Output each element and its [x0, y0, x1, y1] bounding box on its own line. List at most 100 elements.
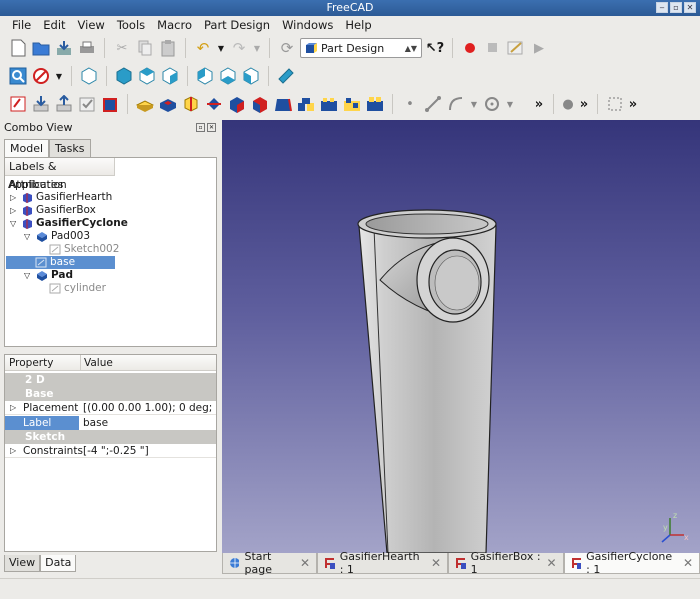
tree-item-gasifierhearth[interactable]: ▷ GasifierHearth: [10, 191, 112, 204]
tab-gasifierhearth[interactable]: GasifierHearth : 1 ✕: [317, 550, 449, 576]
redo-dropdown-icon[interactable]: ▼: [252, 38, 262, 58]
more-constraints-icon[interactable]: »: [578, 94, 590, 114]
property-group-sketch[interactable]: Sketch: [5, 430, 216, 444]
expand-arrow-icon[interactable]: ▷: [10, 191, 19, 204]
tree-item-sketch002[interactable]: Sketch002: [49, 243, 119, 256]
more-tools-icon[interactable]: »: [532, 94, 546, 114]
view-front-icon[interactable]: [114, 66, 134, 86]
menu-tools[interactable]: Tools: [111, 16, 151, 34]
export-icon[interactable]: [54, 94, 74, 114]
menu-file[interactable]: File: [6, 16, 37, 34]
copy-icon[interactable]: [135, 38, 155, 58]
expand-arrow-icon[interactable]: ▷: [10, 204, 19, 217]
undo-dropdown-icon[interactable]: ▼: [216, 38, 226, 58]
sketch-arc-icon[interactable]: [446, 94, 466, 114]
workbench-selector[interactable]: Part Design ▲▼: [300, 38, 422, 58]
import-icon[interactable]: [31, 94, 51, 114]
more-sketch-tools-icon[interactable]: »: [628, 94, 638, 114]
tab-data[interactable]: Data: [40, 555, 77, 572]
float-panel-button[interactable]: ▫: [196, 123, 205, 132]
tab-start-page[interactable]: Start page ✕: [222, 550, 318, 576]
run-macro-icon[interactable]: ▶: [529, 38, 549, 58]
draft-icon[interactable]: [273, 94, 293, 114]
close-panel-button[interactable]: ✕: [207, 123, 216, 132]
close-tab-icon[interactable]: ✕: [431, 556, 441, 570]
groove-icon[interactable]: [204, 94, 224, 114]
expand-arrow-icon[interactable]: ▷: [10, 401, 16, 415]
property-value[interactable]: [(0.00 0.00 1.00); 0 deg; (0 in...: [80, 401, 216, 415]
fit-all-icon[interactable]: [8, 66, 28, 86]
multi-transform-icon[interactable]: [365, 94, 385, 114]
linear-pattern-icon[interactable]: [319, 94, 339, 114]
stop-macro-icon[interactable]: [483, 38, 503, 58]
property-row-placement[interactable]: ▷ Placement [(0.00 0.00 1.00); 0 deg; (0…: [5, 401, 216, 415]
refresh-icon[interactable]: ⟳: [277, 38, 297, 58]
tree-item-cylinder[interactable]: cylinder: [49, 282, 106, 295]
sketch-circle-icon[interactable]: [482, 94, 502, 114]
redo-icon[interactable]: ↷: [229, 38, 249, 58]
pocket-icon[interactable]: [158, 94, 178, 114]
fillet-icon[interactable]: [227, 94, 247, 114]
menu-edit[interactable]: Edit: [37, 16, 71, 34]
minimize-button[interactable]: ‒: [656, 2, 668, 13]
tree-item-pad[interactable]: ▽ Pad: [24, 269, 73, 282]
maximize-button[interactable]: ▫: [670, 2, 682, 13]
expand-arrow-icon[interactable]: ▷: [10, 444, 16, 458]
view-left-icon[interactable]: [241, 66, 261, 86]
tree-item-gasifierbox[interactable]: ▷ GasifierBox: [10, 204, 96, 217]
tab-gasifiercyclone[interactable]: GasifierCyclone : 1 ✕: [563, 550, 700, 576]
polar-pattern-icon[interactable]: [342, 94, 362, 114]
save-icon[interactable]: [54, 38, 74, 58]
tab-view[interactable]: View: [4, 555, 41, 572]
menu-windows[interactable]: Windows: [276, 16, 339, 34]
shape-binder-icon[interactable]: [100, 94, 120, 114]
circle-dropdown-icon[interactable]: ▼: [505, 94, 515, 114]
property-value[interactable]: base: [80, 416, 108, 430]
record-macro-icon[interactable]: [460, 38, 480, 58]
cut-icon[interactable]: ✂: [112, 38, 132, 58]
menu-view[interactable]: View: [72, 16, 111, 34]
tab-gasifierbox[interactable]: GasifierBox : 1 ✕: [448, 550, 564, 576]
select-constraints-icon[interactable]: [605, 94, 625, 114]
undo-icon[interactable]: ↶: [193, 38, 213, 58]
draw-style-icon[interactable]: [31, 66, 51, 86]
edit-macro-icon[interactable]: [506, 38, 526, 58]
property-group-base[interactable]: Base: [5, 387, 216, 401]
view-isometric-icon[interactable]: [79, 66, 99, 86]
close-button[interactable]: ✕: [684, 2, 696, 13]
whats-this-icon[interactable]: ↖?: [425, 38, 445, 58]
collapse-arrow-icon[interactable]: ▽: [24, 230, 33, 243]
view-bottom-icon[interactable]: [218, 66, 238, 86]
tree-item-base[interactable]: base: [6, 256, 115, 269]
menu-help[interactable]: Help: [339, 16, 377, 34]
view-rear-icon[interactable]: [195, 66, 215, 86]
chamfer-icon[interactable]: [250, 94, 270, 114]
paste-icon[interactable]: [158, 38, 178, 58]
arc-dropdown-icon[interactable]: ▼: [469, 94, 479, 114]
pad-icon[interactable]: [135, 94, 155, 114]
open-folder-icon[interactable]: [31, 38, 51, 58]
draw-style-dropdown-icon[interactable]: ▼: [54, 66, 64, 86]
close-tab-icon[interactable]: ✕: [300, 556, 310, 570]
print-icon[interactable]: [77, 38, 97, 58]
new-document-icon[interactable]: [8, 38, 28, 58]
property-row-constraints[interactable]: ▷ Constraints [-4 ";-0.25 "]: [5, 444, 216, 458]
collapse-arrow-icon[interactable]: ▽: [24, 269, 33, 282]
create-sketch-icon[interactable]: [8, 94, 28, 114]
menu-macro[interactable]: Macro: [151, 16, 198, 34]
tree-item-gasifiercyclone[interactable]: ▽ GasifierCyclone: [10, 217, 128, 230]
revolution-icon[interactable]: [181, 94, 201, 114]
sketch-point-icon[interactable]: •: [400, 94, 420, 114]
constraint-point-icon[interactable]: ●: [561, 94, 575, 114]
view-right-icon[interactable]: [160, 66, 180, 86]
close-tab-icon[interactable]: ✕: [683, 556, 693, 570]
property-row-label[interactable]: Label base: [5, 416, 216, 430]
tree-item-pad003[interactable]: ▽ Pad003: [24, 230, 90, 243]
close-tab-icon[interactable]: ✕: [546, 556, 556, 570]
property-group-2d[interactable]: 2 D: [5, 373, 216, 387]
tab-model[interactable]: Model: [4, 139, 50, 157]
3d-viewport[interactable]: z y x: [222, 120, 700, 553]
property-value[interactable]: [-4 ";-0.25 "]: [80, 444, 149, 458]
mirrored-icon[interactable]: [296, 94, 316, 114]
view-top-icon[interactable]: [137, 66, 157, 86]
